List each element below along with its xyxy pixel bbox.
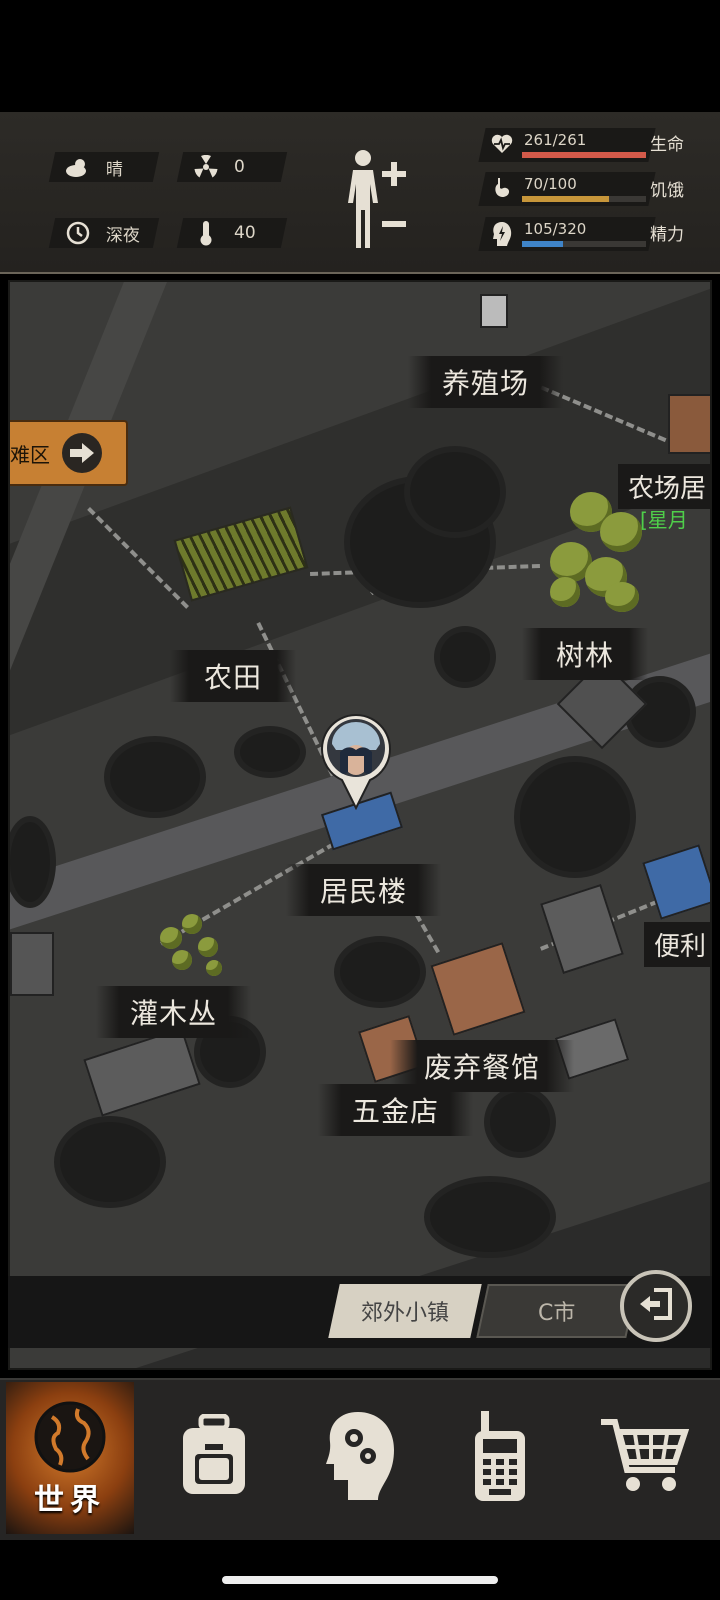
map-green-tree — [600, 512, 642, 552]
hunger-value: 70/100 — [524, 175, 577, 193]
map-building-restaurant — [430, 942, 526, 1036]
heart-pulse-icon — [490, 132, 514, 156]
walkie-talkie-icon — [471, 1409, 529, 1507]
tab-c-city-label: C市 — [538, 1301, 576, 1326]
plus-icon[interactable] — [380, 160, 408, 188]
energy-head-icon — [490, 221, 514, 246]
globe-icon — [30, 1397, 110, 1481]
clock-icon — [64, 219, 92, 247]
radiation-value: 0 — [234, 157, 245, 177]
arrow-right-icon — [62, 433, 102, 473]
cloud-sun-icon — [64, 153, 92, 181]
map-building — [10, 932, 54, 996]
hunger-bar — [522, 196, 646, 202]
location-woods[interactable]: 树林 — [522, 628, 649, 680]
stomach-icon — [490, 176, 514, 200]
map-tree — [520, 762, 630, 872]
nav-shop[interactable] — [580, 1382, 708, 1534]
nav-radio[interactable] — [436, 1382, 564, 1534]
backpack-icon — [175, 1413, 253, 1502]
thermometer-icon — [192, 219, 220, 247]
energy-bar — [522, 241, 646, 247]
map-green-tree — [605, 582, 639, 612]
temperature-chip: 40 — [176, 218, 288, 248]
location-residential[interactable]: 居民楼 — [286, 864, 442, 916]
location-farmland[interactable]: 农田 — [170, 650, 297, 702]
radiation-icon — [192, 153, 220, 181]
tab-c-city[interactable]: C市 — [476, 1284, 638, 1338]
health-bar — [522, 152, 646, 158]
map-shrub — [198, 937, 218, 957]
map-tree — [60, 1122, 160, 1202]
map-green-tree — [550, 577, 580, 607]
nav-world-label: 世界 — [34, 1483, 106, 1518]
health-value: 261/261 — [524, 131, 587, 149]
map-shrub — [172, 950, 192, 970]
brain-gear-icon — [324, 1410, 396, 1506]
map-shrub — [182, 914, 202, 934]
nav-backpack[interactable] — [150, 1382, 278, 1534]
exit-door-icon — [636, 1284, 676, 1328]
health-label: 生命 — [650, 135, 684, 155]
vital-hunger: 70/100 — [478, 172, 656, 206]
hunger-label: 饥饿 — [650, 181, 684, 201]
map-tree — [430, 1182, 550, 1252]
location-farm-breeding[interactable]: 养殖场 — [408, 356, 564, 408]
weather-chip: 晴 — [48, 152, 160, 182]
location-shrubs[interactable]: 灌木丛 — [96, 986, 252, 1038]
shelter-area-button[interactable]: 难区 — [10, 420, 128, 486]
world-map[interactable]: 难区 养殖场 农场居 [星月 农田 树林 居民楼 便利 灌木丛 废弃餐馆 五金店 — [8, 280, 712, 1370]
exit-button[interactable] — [620, 1270, 692, 1342]
nav-world[interactable]: 世界 — [6, 1382, 134, 1534]
home-indicator[interactable] — [222, 1576, 498, 1584]
location-farmhouse-tag: [星月 — [640, 508, 688, 532]
location-hardware[interactable]: 五金店 — [318, 1084, 474, 1136]
vital-energy: 105/320 — [478, 217, 656, 251]
map-shrub — [160, 927, 182, 949]
radiation-chip: 0 — [176, 152, 288, 182]
map-tree — [240, 732, 300, 772]
map-building — [480, 294, 508, 328]
map-building — [668, 394, 710, 454]
player-location-marker[interactable] — [318, 710, 394, 811]
map-tree — [340, 942, 420, 1002]
cart-icon — [599, 1416, 690, 1500]
location-farmhouse[interactable]: 农场居 — [618, 464, 710, 509]
map-shrub — [206, 960, 222, 976]
shelter-area-label: 难区 — [10, 442, 50, 467]
vital-health: 261/261 — [478, 128, 656, 162]
time-chip: 深夜 — [48, 218, 160, 248]
energy-value: 105/320 — [524, 220, 587, 238]
tab-suburban-town-label: 郊外小镇 — [360, 1301, 449, 1326]
map-tree — [110, 742, 200, 812]
map-building — [540, 883, 624, 975]
weather-text: 晴 — [106, 159, 123, 180]
temperature-value: 40 — [234, 223, 256, 243]
location-convenience[interactable]: 便利 — [644, 922, 710, 967]
map-tree — [10, 822, 50, 902]
time-of-day-text: 深夜 — [106, 225, 140, 246]
tab-suburban-town[interactable]: 郊外小镇 — [328, 1284, 482, 1338]
nav-skills[interactable] — [296, 1382, 424, 1534]
map-building — [83, 1027, 201, 1117]
map-building-convenience — [642, 844, 710, 920]
energy-label: 精力 — [650, 225, 684, 245]
map-tree — [410, 452, 500, 532]
map-tree — [490, 1092, 550, 1152]
minus-icon[interactable] — [380, 216, 408, 230]
map-tree — [440, 632, 490, 682]
